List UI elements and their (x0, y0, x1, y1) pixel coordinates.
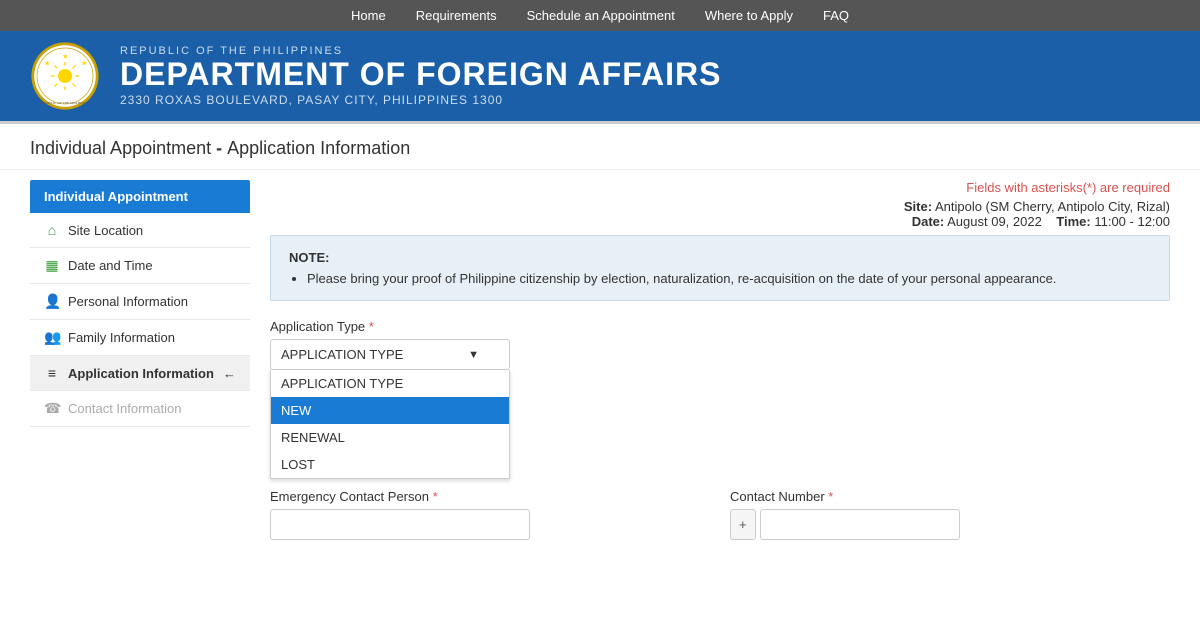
application-type-dropdown: APPLICATION TYPE NEW RENEWAL LOST (270, 370, 510, 479)
note-box: NOTE: Please bring your proof of Philipp… (270, 235, 1170, 301)
application-type-select-display[interactable]: APPLICATION TYPE ▼ (270, 339, 510, 370)
nav-where-to-apply[interactable]: Where to Apply (705, 8, 793, 23)
group-icon: 👥 (44, 329, 60, 346)
note-list: Please bring your proof of Philippine ci… (307, 271, 1151, 286)
main-layout: Individual Appointment ⌂ Site Location ▦… (0, 180, 1200, 574)
date-time-info: Date: August 09, 2022 Time: 11:00 - 12:0… (912, 214, 1170, 229)
application-type-wrapper: APPLICATION TYPE ▼ APPLICATION TYPE NEW … (270, 339, 510, 370)
chevron-down-icon: ▼ (468, 349, 479, 361)
header-text-block: Republic of the Philippines DEPARTMENT O… (120, 45, 721, 106)
nav-requirements[interactable]: Requirements (416, 8, 497, 23)
option-application-type[interactable]: APPLICATION TYPE (271, 370, 509, 397)
site-value: Antipolo (SM Cherry, Antipolo City, Riza… (935, 199, 1170, 214)
contact-number-group: Contact Number * + (730, 489, 1170, 540)
home-icon: ⌂ (44, 222, 60, 238)
sidebar-item-label-site-location: Site Location (68, 223, 143, 238)
nav-home[interactable]: Home (351, 8, 386, 23)
contact-number-asterisk: * (828, 489, 833, 504)
sidebar-item-label-date-time: Date and Time (68, 258, 153, 273)
option-lost[interactable]: LOST (271, 451, 509, 478)
application-type-label: Application Type * (270, 319, 1170, 334)
emergency-contact-asterisk: * (433, 489, 438, 504)
required-note: Fields with asterisks(*) are required (270, 180, 1170, 195)
date-value: August 09, 2022 (947, 214, 1042, 229)
page-title-suffix: Application Information (227, 138, 410, 158)
page-title-separator: - (211, 138, 227, 158)
site-info: Site: Antipolo (SM Cherry, Antipolo City… (904, 199, 1170, 214)
site-label: Site: (904, 199, 932, 214)
sidebar-item-label-personal-info: Personal Information (68, 294, 188, 309)
main-content: Fields with asterisks(*) are required Si… (270, 180, 1170, 554)
page-header: ★ ★ ★ REPUBLIC OF THE PHILIPPINES Republ… (0, 31, 1200, 121)
sidebar-item-family-info[interactable]: 👥 Family Information (30, 320, 250, 356)
sidebar-item-label-application-info: Application Information (68, 366, 214, 381)
sidebar-item-personal-info[interactable]: 👤 Personal Information (30, 284, 250, 320)
dfa-address: 2330 Roxas Boulevard, Pasay City, Philip… (120, 93, 721, 107)
emergency-contact-label: Emergency Contact Person * (270, 489, 710, 504)
option-new[interactable]: NEW (271, 397, 509, 424)
nav-schedule[interactable]: Schedule an Appointment (527, 8, 675, 23)
note-item-1: Please bring your proof of Philippine ci… (307, 271, 1151, 286)
emergency-contact-group: Emergency Contact Person * (270, 489, 710, 540)
phone-group: + (730, 509, 1170, 540)
sidebar-item-label-family-info: Family Information (68, 330, 175, 345)
contact-number-input[interactable] (760, 509, 960, 540)
application-type-asterisk: * (369, 319, 374, 334)
sidebar-header: Individual Appointment (30, 180, 250, 213)
note-title: NOTE: (289, 250, 1151, 265)
emergency-contact-input[interactable] (270, 509, 530, 540)
person-icon: 👤 (44, 293, 60, 310)
svg-text:★: ★ (44, 60, 50, 68)
phone-prefix: + (730, 509, 756, 540)
sidebar-item-label-contact-info: Contact Information (68, 401, 181, 416)
sidebar-item-contact-info[interactable]: ☎ Contact Information (30, 391, 250, 427)
option-renewal[interactable]: RENEWAL (271, 424, 509, 451)
sidebar-item-date-time[interactable]: ▦ Date and Time (30, 248, 250, 284)
page-title-bar: Individual Appointment - Application Inf… (0, 124, 1200, 170)
sidebar: Individual Appointment ⌂ Site Location ▦… (30, 180, 250, 554)
sidebar-item-site-location[interactable]: ⌂ Site Location (30, 213, 250, 248)
phone-icon: ☎ (44, 400, 60, 417)
selected-option-display: APPLICATION TYPE (281, 347, 403, 362)
time-label: Time: (1056, 214, 1090, 229)
info-line: Fields with asterisks(*) are required Si… (270, 180, 1170, 229)
svg-text:★: ★ (62, 53, 68, 61)
page-title-prefix: Individual Appointment (30, 138, 211, 158)
calendar-icon: ▦ (44, 257, 60, 274)
application-type-group: Application Type * APPLICATION TYPE ▼ AP… (270, 319, 1170, 370)
time-value: 11:00 - 12:00 (1094, 214, 1170, 229)
svg-text:★: ★ (81, 60, 87, 68)
list-icon: ≡ (44, 365, 60, 381)
contact-number-label: Contact Number * (730, 489, 1170, 504)
nav-faq[interactable]: FAQ (823, 8, 849, 23)
svg-text:REPUBLIC OF THE PHILIPPINES: REPUBLIC OF THE PHILIPPINES (39, 101, 90, 105)
top-navigation: Home Requirements Schedule an Appointmen… (0, 0, 1200, 31)
emergency-contact-row: Emergency Contact Person * Contact Numbe… (270, 489, 1170, 554)
sidebar-item-application-info[interactable]: ≡ Application Information ← (30, 356, 250, 391)
arrow-icon: ← (223, 366, 236, 381)
dfa-title: DEPARTMENT OF FOREIGN AFFAIRS (120, 57, 721, 92)
dfa-seal: ★ ★ ★ REPUBLIC OF THE PHILIPPINES (30, 41, 100, 111)
date-label: Date: (912, 214, 945, 229)
